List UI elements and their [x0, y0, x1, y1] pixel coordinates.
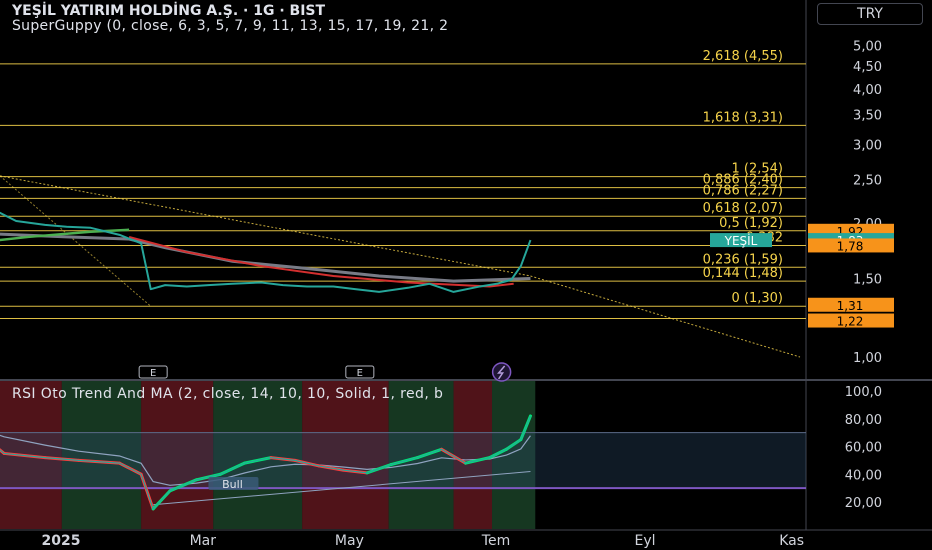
indicator-legend[interactable]: SuperGuppy (0, close, 6, 3, 5, 7, 9, 11,… [12, 18, 448, 34]
price-axis-tick-label: 5,00 [853, 40, 882, 55]
earnings-marker-label: E [357, 368, 363, 379]
currency-button[interactable]: TRY [817, 3, 923, 25]
fib-level-label: 0,618 (2,07) [703, 201, 783, 216]
fib-level-label: 1,618 (3,31) [703, 110, 783, 125]
price-axis-tick-label: 1,50 [853, 273, 882, 288]
earnings-marker-label: E [150, 368, 156, 379]
time-axis-label: Kas [779, 533, 804, 549]
fib-level-label: 0,144 (1,48) [703, 266, 783, 281]
rsi-bull-label: Bull [222, 478, 243, 491]
price-axis-tick-label: 2,50 [853, 174, 882, 189]
rsi-axis-tick-label: 40,00 [845, 468, 882, 483]
fib-level-label: 0,5 (1,92) [719, 216, 783, 231]
price-axis-tick-label: 3,00 [853, 138, 882, 153]
price-axis-tick-label: 4,00 [853, 83, 882, 98]
rsi-indicator-legend[interactable]: RSI Oto Trend And MA (2, close, 14, 10, … [12, 386, 443, 402]
time-axis-label: May [335, 533, 364, 549]
price-tag-label: 1,22 [837, 315, 864, 329]
rsi-axis-tick-label: 60,00 [845, 441, 882, 456]
rsi-axis-tick-label: 100,0 [845, 385, 882, 400]
fib-level-label: 0,786 (2,27) [703, 183, 783, 198]
time-axis-label: Tem [481, 533, 510, 549]
fib-level-label: 0,236 (1,59) [703, 252, 783, 267]
price-axis-tick-label: 3,50 [853, 109, 882, 124]
dividend-marker-icon [491, 362, 512, 382]
time-axis-label: 2025 [42, 533, 81, 549]
price-axis-tick-label: 1,00 [853, 351, 882, 366]
price-tag-label: 1,31 [837, 299, 864, 313]
chart-canvas[interactable]: Bull 20,00 40,00 60,00 80,00 100,0 2,618 (4,55… [0, 0, 932, 550]
symbol-tag-label: YEŞİL [724, 233, 758, 248]
time-axis-label: Eyl [634, 533, 655, 549]
chart-title: YEŞİL YATIRIM HOLDİNG A.Ş. · 1G · BIST [12, 3, 326, 19]
fib-level-label: 2,618 (4,55) [703, 49, 783, 64]
time-axis-label: Mar [190, 533, 217, 549]
price-tag-label: 1,78 [837, 239, 864, 253]
rsi-axis-tick-label: 80,00 [845, 413, 882, 428]
rsi-axis-tick-label: 20,00 [845, 496, 882, 511]
price-axis-tick-label: 4,50 [853, 60, 882, 75]
